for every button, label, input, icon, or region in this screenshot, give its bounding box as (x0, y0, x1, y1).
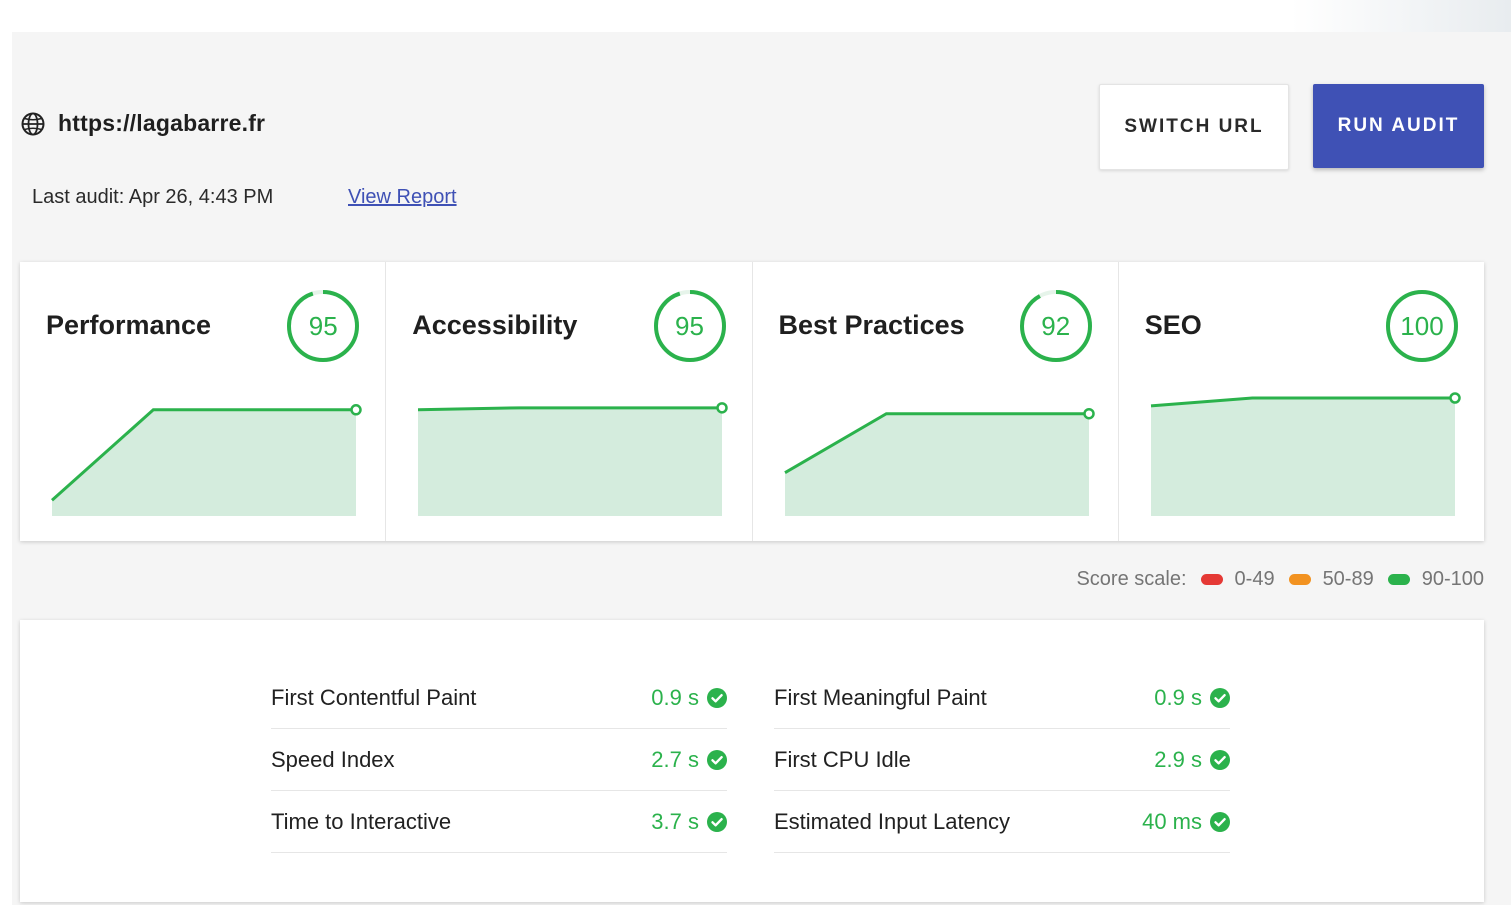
switch-url-button[interactable]: SWITCH URL (1099, 84, 1289, 170)
metric-value: 3.7 s (651, 809, 699, 834)
metric-name: Speed Index (271, 747, 395, 772)
legend-swatch-average (1288, 574, 1311, 585)
metric-row: Estimated Input Latency 40 ms (774, 792, 1230, 853)
history-area (784, 413, 1089, 516)
score-card-seo[interactable]: SEO 100 (1119, 262, 1484, 541)
run-audit-button[interactable]: RUN AUDIT (1313, 84, 1484, 168)
metric-row: First Meaningful Paint 0.9 s (774, 668, 1230, 729)
score-history-chart (51, 404, 362, 516)
check-circle-icon (707, 750, 727, 770)
check-circle-icon (1210, 750, 1230, 770)
score-card-title: Best Practices (778, 310, 965, 340)
score-gauge: 95 (285, 288, 361, 364)
history-area (1150, 398, 1455, 516)
score-value: 95 (675, 310, 704, 341)
metric-name: First Contentful Paint (271, 685, 477, 710)
site-url-row: https://lagabarre.fr (20, 110, 265, 137)
metrics-panel: First Contentful Paint 0.9 s Speed Index… (20, 620, 1484, 902)
check-circle-icon (707, 688, 727, 708)
legend-label: 50-89 (1322, 568, 1374, 590)
score-card-title: SEO (1144, 310, 1202, 340)
site-url: https://lagabarre.fr (58, 110, 266, 136)
history-endpoint (716, 402, 728, 414)
window-corner-shade (1291, 0, 1511, 32)
score-card-best-practices[interactable]: Best Practices 92 (753, 262, 1119, 541)
metric-value: 40 ms (1142, 809, 1202, 834)
metric-name: Time to Interactive (271, 809, 452, 834)
check-circle-icon (1210, 688, 1230, 708)
check-circle-icon (1210, 812, 1230, 832)
history-area (418, 407, 723, 516)
history-endpoint (1082, 407, 1095, 420)
score-gauge: 92 (1018, 288, 1094, 364)
metric-name: First CPU Idle (774, 747, 911, 772)
metric-row: First CPU Idle 2.9 s (774, 730, 1230, 791)
legend-swatch-fail (1200, 574, 1223, 585)
scores-panel: Performance 95 Accessibility 95 Best Pra… (20, 262, 1484, 541)
legend-title: Score scale: (1076, 568, 1187, 590)
score-card-performance[interactable]: Performance 95 (20, 262, 387, 541)
score-gauge: 95 (652, 288, 728, 364)
score-card-title: Performance (46, 310, 212, 340)
score-history-chart (783, 407, 1095, 516)
metrics-column-right: First Meaningful Paint 0.9 s First CPU I… (774, 668, 1230, 854)
history-area (52, 409, 356, 516)
metric-name: First Meaningful Paint (774, 685, 987, 710)
score-card-title: Accessibility (412, 310, 578, 340)
metric-row: Time to Interactive 3.7 s (271, 792, 727, 853)
view-report-link[interactable]: View Report (348, 186, 457, 209)
score-history-chart (418, 402, 728, 516)
last-audit-text: Last audit: Apr 26, 4:43 PM (32, 186, 274, 208)
score-history-chart (1150, 392, 1461, 516)
score-value: 95 (308, 310, 338, 341)
metric-value: 2.9 s (1154, 747, 1202, 772)
metric-name: Estimated Input Latency (774, 809, 1011, 834)
score-card-accessibility[interactable]: Accessibility 95 (386, 262, 753, 541)
legend-swatch-pass (1387, 574, 1410, 585)
metric-row: Speed Index 2.7 s (271, 730, 727, 791)
metric-value: 0.9 s (651, 685, 699, 710)
legend-label: 90-100 (1421, 568, 1484, 590)
check-circle-icon (707, 812, 727, 832)
history-endpoint (1449, 392, 1461, 404)
score-scale-legend: Score scale: 0-49 50-89 90-100 (1076, 568, 1484, 591)
history-endpoint (350, 404, 362, 416)
score-gauge: 100 (1384, 288, 1460, 364)
score-value: 100 (1400, 310, 1444, 341)
globe-icon (21, 112, 45, 135)
metric-value: 2.7 s (651, 747, 699, 772)
metric-row: First Contentful Paint 0.9 s (271, 668, 727, 729)
metric-value: 0.9 s (1154, 685, 1202, 710)
metrics-column-left: First Contentful Paint 0.9 s Speed Index… (271, 668, 727, 854)
score-value: 92 (1041, 310, 1071, 341)
legend-label: 0-49 (1234, 568, 1275, 590)
